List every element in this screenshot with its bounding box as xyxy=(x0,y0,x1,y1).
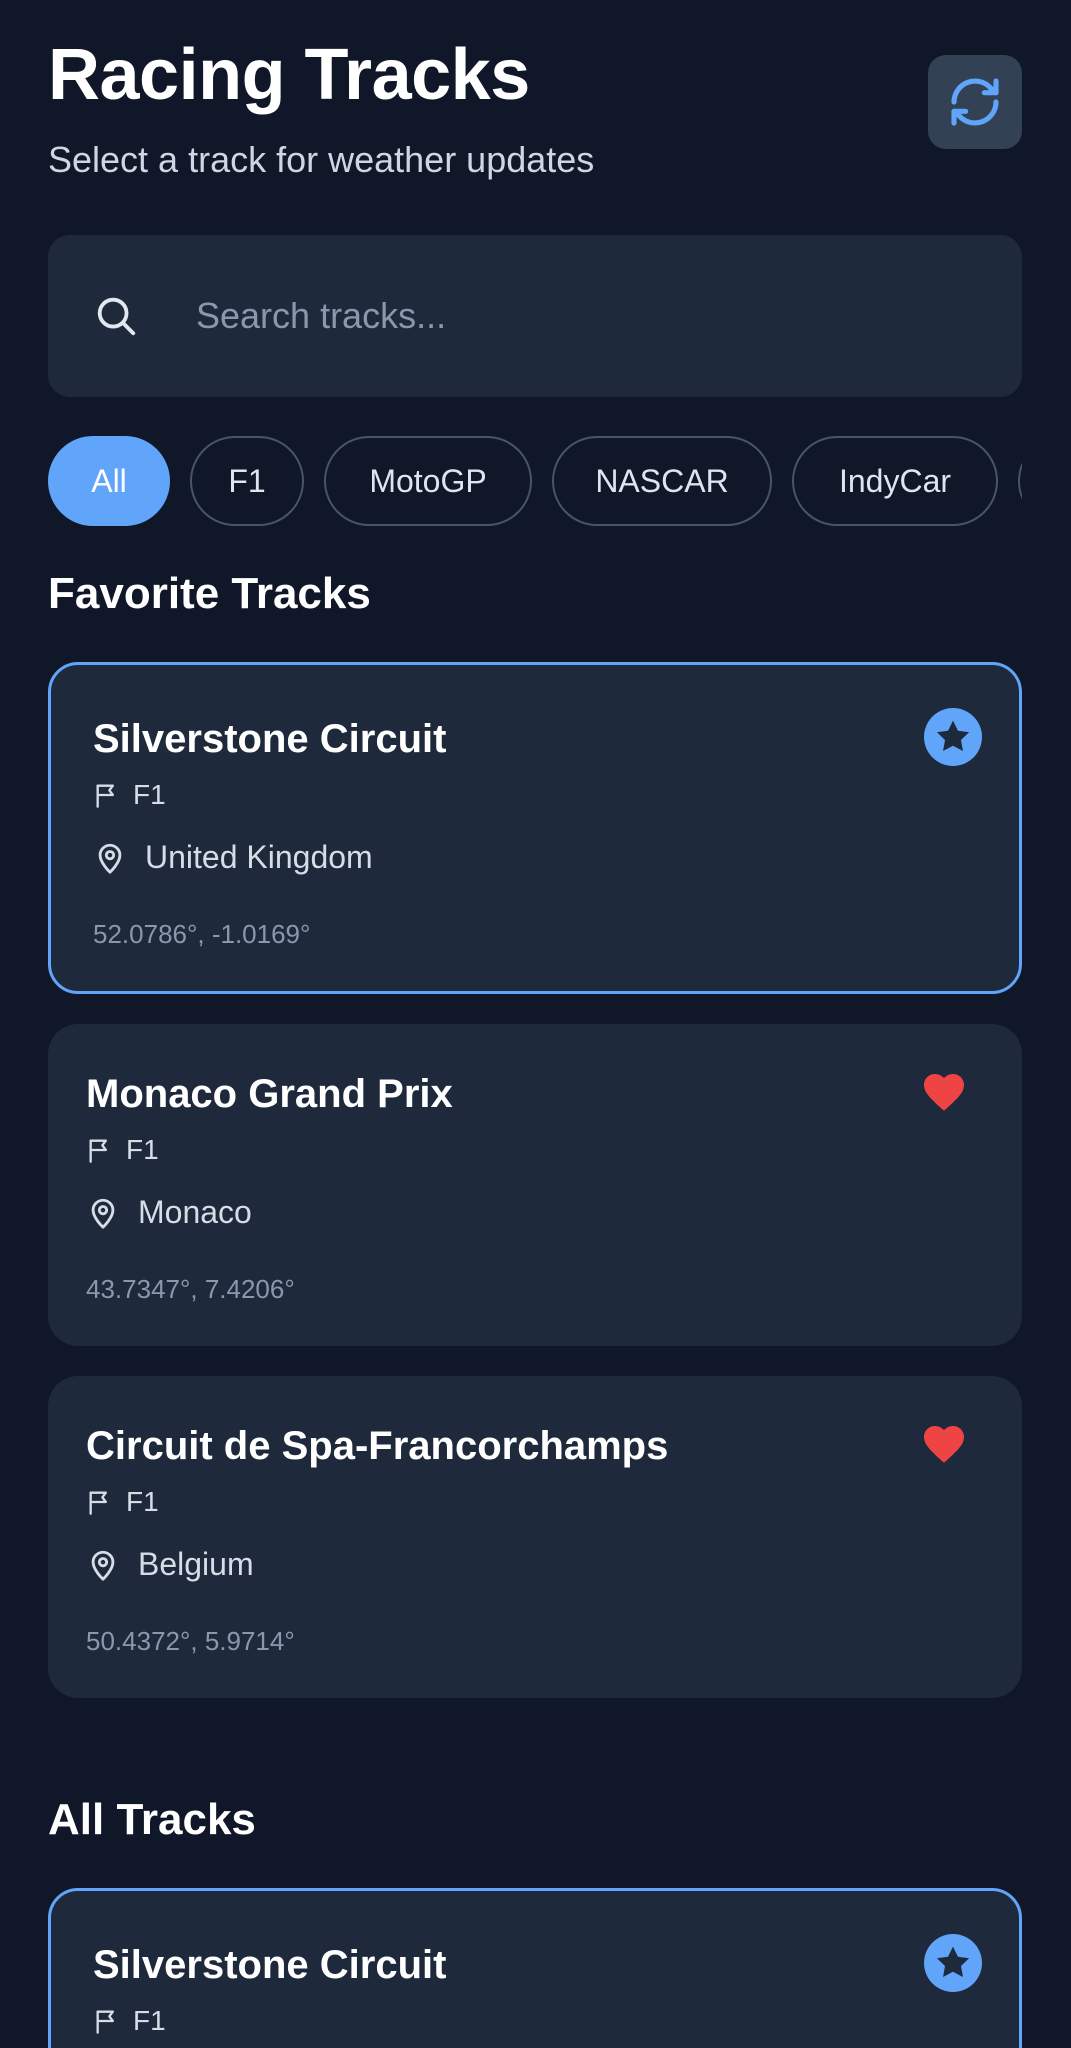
track-card-silverstone[interactable]: Silverstone Circuit F1 United Kingdom 52… xyxy=(48,662,1022,994)
flag-icon xyxy=(89,1491,108,1515)
heart-icon[interactable] xyxy=(914,1062,974,1122)
track-category: F1 xyxy=(126,1134,159,1165)
heart-icon[interactable] xyxy=(914,1414,974,1474)
filter-chip-more[interactable] xyxy=(1018,436,1022,526)
location-pin-icon xyxy=(98,843,122,874)
filter-chip-motogp[interactable]: MotoGP xyxy=(324,436,532,526)
track-location-row: Belgium xyxy=(86,1546,254,1583)
filter-chip-f1[interactable]: F1 xyxy=(190,436,304,526)
search-icon xyxy=(86,286,146,346)
filter-chip-indycar[interactable]: IndyCar xyxy=(792,436,998,526)
track-category: F1 xyxy=(126,1486,159,1517)
track-name: Silverstone Circuit xyxy=(93,1943,447,1987)
track-card-silverstone-all[interactable]: Silverstone Circuit F1 xyxy=(48,1888,1022,2048)
location-pin-icon xyxy=(91,1550,115,1581)
refresh-icon xyxy=(951,78,999,126)
search-input[interactable] xyxy=(196,295,956,337)
all-tracks-section-title: All Tracks xyxy=(48,1795,256,1844)
track-coordinates: 43.7347°, 7.4206° xyxy=(86,1274,295,1304)
location-pin-icon xyxy=(91,1198,115,1229)
filter-chip-all[interactable]: All xyxy=(48,436,170,526)
filter-chip-nascar[interactable]: NASCAR xyxy=(552,436,772,526)
track-name: Monaco Grand Prix xyxy=(86,1072,453,1116)
track-card-monaco[interactable]: Monaco Grand Prix F1 Monaco 43.7347°, 7.… xyxy=(48,1024,1022,1346)
track-category-row: F1 xyxy=(86,1134,159,1166)
track-location-row: United Kingdom xyxy=(93,839,373,876)
flag-icon xyxy=(96,2010,115,2034)
track-country: Belgium xyxy=(138,1546,254,1582)
track-coordinates: 50.4372°, 5.9714° xyxy=(86,1626,295,1656)
search-bar[interactable] xyxy=(48,235,1022,397)
page-subtitle: Select a track for weather updates xyxy=(48,139,595,180)
track-coordinates: 52.0786°, -1.0169° xyxy=(93,919,311,949)
track-location-row: Monaco xyxy=(86,1194,252,1231)
track-category: F1 xyxy=(133,2005,166,2036)
track-country: Monaco xyxy=(138,1194,252,1230)
category-filter-bar: All F1 MotoGP NASCAR IndyCar xyxy=(48,436,1022,528)
track-name: Circuit de Spa-Francorchamps xyxy=(86,1424,669,1468)
favorites-section-title: Favorite Tracks xyxy=(48,569,371,618)
track-category-row: F1 xyxy=(93,2005,166,2037)
track-category-row: F1 xyxy=(86,1486,159,1518)
page-title: Racing Tracks xyxy=(48,35,530,115)
track-card-spa[interactable]: Circuit de Spa-Francorchamps F1 Belgium … xyxy=(48,1376,1022,1698)
track-name: Silverstone Circuit xyxy=(93,717,447,761)
tracks-screen: Racing Tracks Select a track for weather… xyxy=(0,0,1071,2048)
star-icon[interactable] xyxy=(923,707,983,767)
star-icon[interactable] xyxy=(923,1933,983,1993)
refresh-button[interactable] xyxy=(928,55,1022,149)
track-category-row: F1 xyxy=(93,779,166,811)
flag-icon xyxy=(89,1139,108,1163)
track-category: F1 xyxy=(133,779,166,810)
track-country: United Kingdom xyxy=(145,839,373,875)
flag-icon xyxy=(96,784,115,808)
